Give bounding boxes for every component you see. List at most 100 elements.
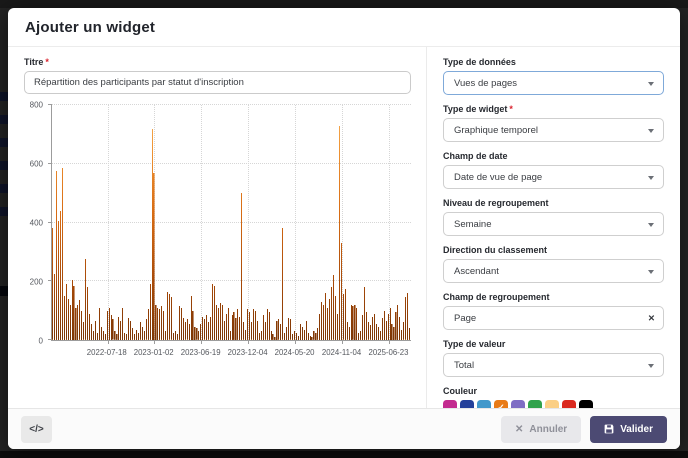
- cancel-button[interactable]: ✕ Annuler: [501, 416, 581, 443]
- field-grouping-level: Niveau de regroupement Semaine: [443, 198, 664, 236]
- chart-bar: [393, 327, 394, 340]
- value-type-select[interactable]: Total: [443, 353, 664, 377]
- chart-bar: [91, 324, 92, 340]
- chart-bar: [206, 315, 207, 340]
- chart-bar: [358, 333, 359, 340]
- chart-bar: [114, 331, 115, 340]
- widget-type-select[interactable]: Graphique temporel: [443, 118, 664, 142]
- color-swatch[interactable]: [545, 400, 559, 408]
- chart-bar: [360, 331, 361, 340]
- field-label: Type de widget*: [443, 104, 664, 114]
- sort-direction-select[interactable]: Ascendant: [443, 259, 664, 283]
- chevron-down-icon: [648, 129, 654, 133]
- chart-bar: [56, 171, 57, 340]
- y-tick-label: 400: [30, 219, 43, 228]
- chart-bar: [388, 314, 389, 340]
- field-grouping-field: Champ de regroupement Page ✕: [443, 292, 664, 330]
- chart-bar: [343, 294, 344, 340]
- chart-bar: [284, 333, 285, 340]
- chart-bar: [407, 293, 408, 340]
- chart-bar: [103, 331, 104, 340]
- color-label: Couleur: [443, 386, 664, 396]
- chart-bar: [157, 308, 158, 340]
- field-label: Champ de regroupement: [443, 292, 664, 302]
- color-swatch[interactable]: [511, 400, 525, 408]
- chevron-down-icon: [648, 270, 654, 274]
- chart-bar: [374, 314, 375, 340]
- chart-bar: [233, 312, 234, 340]
- required-marker: *: [509, 104, 513, 114]
- title-label: Titre*: [24, 57, 411, 67]
- chart-bar: [83, 322, 84, 340]
- chart-bar: [79, 300, 80, 340]
- grouping-level-select[interactable]: Semaine: [443, 212, 664, 236]
- chart-bar: [128, 318, 129, 340]
- chart-bar: [192, 311, 193, 340]
- color-swatch[interactable]: [443, 400, 457, 408]
- field-label: Type de valeur: [443, 339, 664, 349]
- chart-bar: [181, 308, 182, 340]
- chart-bar: [354, 305, 355, 340]
- chart-bar: [278, 319, 279, 340]
- select-value: Vues de pages: [454, 78, 517, 89]
- chevron-down-icon: [648, 223, 654, 227]
- chart-bar: [265, 322, 266, 340]
- chart-bar: [85, 259, 86, 340]
- chart-bar: [124, 333, 125, 340]
- field-value-type: Type de valeur Total: [443, 339, 664, 377]
- chart-bar: [146, 319, 147, 340]
- chart-bar: [105, 334, 106, 340]
- chart-bar: [198, 331, 199, 340]
- modal-body: Titre* 0200400600800 2022-07-182023-01-0…: [8, 47, 680, 408]
- select-value: Ascendant: [454, 266, 499, 277]
- title-field-group: Titre*: [24, 57, 411, 94]
- chart-bar: [282, 228, 283, 340]
- x-tick-label: 2023-01-02: [134, 348, 174, 357]
- modal-title: Ajouter un widget: [25, 19, 663, 36]
- chart-bar: [191, 296, 192, 340]
- color-swatch[interactable]: [460, 400, 474, 408]
- chart-bar: [118, 317, 119, 341]
- chart-bar: [251, 322, 252, 340]
- save-icon: [604, 424, 614, 434]
- data-type-select[interactable]: Vues de pages: [443, 71, 664, 95]
- chart-bar: [163, 311, 164, 340]
- field-label: Champ de date: [443, 151, 664, 161]
- validate-button-label: Valider: [620, 424, 653, 435]
- select-value: Page: [454, 313, 476, 324]
- chart-bar: [189, 324, 190, 340]
- code-view-button[interactable]: </>: [21, 416, 52, 443]
- chart-bar: [64, 296, 65, 340]
- chart-bar: [132, 328, 133, 340]
- chart-bar: [317, 328, 318, 340]
- chart-bar: [120, 321, 121, 340]
- grouping-field-select[interactable]: Page ✕: [443, 306, 664, 330]
- validate-button[interactable]: Valider: [590, 416, 667, 443]
- color-swatch[interactable]: [562, 400, 576, 408]
- chart-bar: [75, 308, 76, 340]
- chart-bar: [68, 299, 69, 340]
- chart-bar: [93, 331, 94, 340]
- chart-bar: [249, 312, 250, 340]
- color-swatch[interactable]: ✓: [494, 400, 508, 408]
- color-swatch[interactable]: [579, 400, 593, 408]
- color-swatch[interactable]: [477, 400, 491, 408]
- chart-bar: [95, 321, 96, 340]
- chart-bar: [323, 305, 324, 340]
- date-field-select[interactable]: Date de vue de page: [443, 165, 664, 189]
- title-input[interactable]: [24, 71, 411, 94]
- chevron-down-icon: [648, 176, 654, 180]
- chart-bar: [169, 294, 170, 340]
- chart-bar: [241, 193, 242, 340]
- chart-bar: [368, 322, 369, 340]
- x-tick-label: 2025-06-23: [369, 348, 409, 357]
- chart-bar: [386, 321, 387, 340]
- chart-bar: [159, 309, 160, 340]
- chart-bar: [364, 287, 365, 340]
- chart-bar: [226, 314, 227, 340]
- chart-bar: [253, 309, 254, 340]
- chart-bar: [175, 331, 176, 340]
- color-swatch[interactable]: [528, 400, 542, 408]
- select-value: Date de vue de page: [454, 172, 542, 183]
- clear-icon[interactable]: ✕: [648, 314, 655, 323]
